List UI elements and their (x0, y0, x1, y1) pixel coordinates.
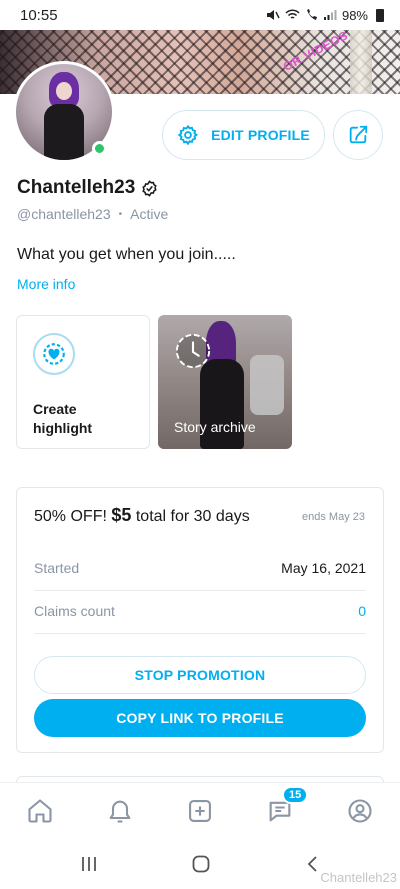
username-handle: @chantelleh23 (17, 206, 111, 222)
battery-icon (376, 8, 384, 22)
gear-icon (177, 124, 199, 146)
activity-status: Active (130, 206, 169, 222)
back-chevron-icon (307, 856, 317, 872)
started-label: Started (34, 560, 80, 576)
share-icon (349, 125, 368, 144)
messages-badge: 15 (282, 785, 309, 804)
signal-icon (323, 10, 337, 20)
divider (34, 590, 366, 591)
profile-bio: What you get when you join..... (17, 246, 236, 263)
battery-percent: 98% (341, 7, 368, 23)
bottom-nav: 15 (0, 782, 400, 838)
bell-icon (109, 800, 131, 823)
promotion-price: $5 (111, 505, 132, 525)
nav-profile[interactable] (340, 791, 380, 831)
status-time: 10:55 (20, 6, 58, 24)
watermark: Chantelleh23 (320, 870, 397, 885)
status-icons: 98% (266, 8, 384, 23)
system-nav-bar: Chantelleh23 (0, 838, 400, 889)
share-button[interactable] (333, 110, 383, 160)
stop-promotion-button[interactable]: STOP PROMOTION (34, 656, 366, 694)
claims-label: Claims count (34, 603, 115, 619)
call-icon (306, 9, 317, 20)
wifi-icon (285, 9, 300, 19)
cover-overlay-text: OR VIDEOS (280, 28, 351, 74)
edit-profile-label: EDIT PROFILE (211, 127, 310, 143)
promotion-end-date: ends May 23 (302, 511, 365, 523)
separator-dot: • (118, 208, 123, 220)
cover-bottle (350, 28, 372, 94)
display-name-text: Chantelleh23 (17, 177, 136, 198)
divider (34, 633, 366, 634)
plus-square-icon (189, 799, 211, 822)
started-row: Started May 16, 2021 (34, 560, 366, 576)
promotion-title: 50% OFF! $5 total for 30 days (34, 505, 250, 525)
home-icon (28, 798, 52, 823)
story-archive-card[interactable]: Story archive (158, 315, 292, 449)
copy-link-button[interactable]: COPY LINK TO PROFILE (34, 699, 366, 737)
heart-plus-icon (43, 343, 65, 365)
history-clock-icon (175, 333, 211, 369)
nav-home[interactable] (20, 791, 60, 831)
home-circle-icon (192, 855, 210, 873)
promotion-card: 50% OFF! $5 total for 30 days ends May 2… (16, 487, 384, 753)
verified-icon (142, 179, 157, 197)
home-system-button[interactable] (186, 852, 216, 876)
profile-icon (348, 798, 372, 823)
more-info-link[interactable]: More info (17, 276, 75, 292)
handle-row: @chantelleh23 • Active (17, 206, 168, 222)
recents-icon (82, 857, 96, 871)
edit-profile-button[interactable]: EDIT PROFILE (162, 110, 325, 160)
create-highlight-icon-wrap (33, 333, 75, 375)
create-highlight-card[interactable]: Create highlight (16, 315, 150, 449)
nav-messages[interactable]: 15 (260, 785, 309, 831)
story-archive-label: Story archive (174, 419, 256, 435)
claims-row: Claims count 0 (34, 603, 366, 619)
display-name: Chantelleh23 (17, 177, 158, 199)
started-value: May 16, 2021 (281, 560, 366, 576)
nav-new-post[interactable] (180, 791, 220, 831)
nav-notifications[interactable] (100, 791, 140, 831)
mute-icon (266, 10, 280, 20)
online-status-dot (92, 141, 107, 156)
status-bar: 10:55 98% (0, 0, 400, 30)
recents-button[interactable] (74, 852, 104, 876)
create-highlight-label: Create highlight (33, 401, 93, 436)
claims-value: 0 (358, 603, 366, 619)
